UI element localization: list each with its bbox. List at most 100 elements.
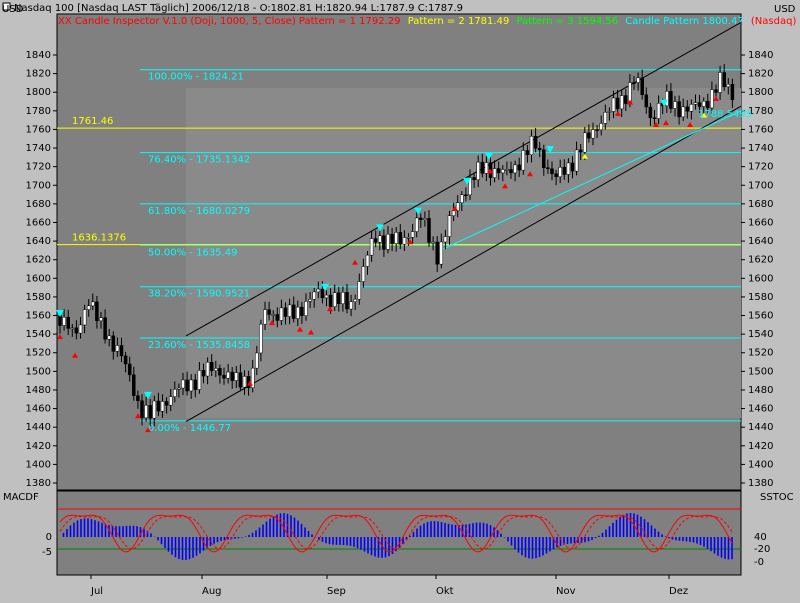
candle-body	[619, 95, 624, 110]
candle-body	[361, 266, 366, 282]
candle-body	[349, 301, 353, 310]
candle-body	[328, 294, 333, 307]
price-tick-label: 1740	[748, 143, 773, 154]
chart-window: Nasdaq 100 [Nasdaq LAST Täglich] 2006/12…	[0, 0, 800, 600]
currency-left: USD	[2, 4, 24, 15]
price-tick-label: 1560	[26, 311, 51, 322]
fib-zone	[186, 88, 741, 418]
price-tick-label: 1380	[26, 478, 51, 489]
fib-label: 61.80% - 1680.0279	[148, 206, 250, 217]
candle-body	[201, 370, 206, 377]
candle-body	[537, 148, 542, 151]
candle-body	[189, 379, 193, 392]
candle-body	[701, 100, 706, 107]
candle-body	[193, 379, 198, 390]
candle-body	[255, 352, 259, 369]
price-tick-label: 1620	[26, 255, 51, 266]
candle-body	[242, 376, 247, 388]
candle-body	[390, 233, 394, 244]
candle-body	[710, 89, 714, 109]
candle-body	[447, 215, 452, 237]
candle-body	[476, 161, 480, 181]
fib-label: 23.60% - 1535.8458	[148, 340, 250, 351]
candle-body	[414, 217, 419, 232]
candle-body	[496, 168, 501, 174]
candle-body	[316, 288, 321, 293]
candle-body	[685, 106, 690, 112]
macd-label: MACDF	[3, 492, 39, 503]
price-tick-label: 1660	[26, 217, 51, 228]
candle-body	[607, 111, 612, 113]
price-tick-label: 1480	[26, 385, 51, 396]
legend-pattern2: Pattern = 2 1781.49	[408, 16, 510, 27]
candle-body	[472, 177, 476, 181]
price-tick-label: 1500	[26, 366, 51, 377]
price-tick-label: 1520	[748, 348, 773, 359]
price-tick-label: 1760	[748, 124, 773, 135]
candle-body	[209, 361, 214, 371]
candle-body	[431, 241, 435, 244]
price-tick-label: 1400	[26, 459, 51, 470]
candle-body	[566, 162, 571, 175]
candle-body	[665, 91, 669, 107]
candle-body	[160, 401, 165, 412]
candle-body	[706, 100, 710, 109]
candle-body	[632, 82, 636, 84]
candle-body	[308, 299, 312, 302]
candle-body	[177, 387, 181, 390]
fib-label: 38.20% - 1590.9521	[148, 289, 250, 300]
macd-tick-label: 0	[46, 532, 52, 543]
candle-body	[574, 149, 579, 172]
candle-body	[82, 309, 87, 326]
candle-body	[726, 84, 731, 88]
candle-body	[521, 150, 526, 171]
candle-body	[152, 400, 157, 419]
price-tick-label: 1820	[748, 69, 773, 80]
macd-tick-label: -5	[42, 547, 52, 558]
candle-body	[669, 91, 673, 109]
candle-body	[111, 335, 116, 352]
candle-body	[509, 169, 513, 174]
month-label: Aug	[202, 586, 222, 597]
candle-body	[591, 129, 595, 139]
sstoc-tick-label: -20	[754, 544, 770, 555]
candle-body	[636, 77, 640, 83]
candle-body	[689, 104, 694, 112]
candle-body	[173, 389, 177, 397]
legend-exchange: (Nasdaq)	[751, 16, 797, 27]
candle-body	[140, 400, 144, 419]
candle-body	[156, 400, 161, 412]
candle-body	[91, 301, 95, 307]
chart-canvas: Nasdaq 100 [Nasdaq LAST Täglich] 2006/12…	[0, 0, 800, 600]
candle-body	[587, 132, 591, 139]
candle-body	[378, 235, 382, 243]
candle-body	[554, 173, 558, 178]
candle-body	[320, 288, 325, 299]
price-tick-label: 1600	[748, 273, 773, 284]
candle-body	[484, 162, 489, 174]
candle-body	[533, 136, 538, 149]
candle-body	[595, 129, 599, 131]
candle-body	[95, 301, 99, 322]
candle-body	[259, 323, 263, 354]
candle-body	[291, 304, 296, 319]
price-tick-label: 1480	[748, 385, 773, 396]
candle-body	[501, 169, 505, 174]
price-tick-label: 1540	[748, 329, 773, 340]
price-tick-label: 1420	[748, 441, 773, 452]
price-tick-label: 1740	[26, 143, 51, 154]
price-tick-label: 1440	[26, 422, 51, 433]
price-tick-label: 1800	[26, 87, 51, 98]
legend-candle-pattern: Candle Pattern 1800.47	[625, 16, 743, 27]
candle-body	[230, 371, 234, 381]
candle-body	[107, 335, 111, 340]
candle-body	[357, 281, 362, 300]
candle-body	[656, 103, 661, 119]
candle-body	[144, 405, 148, 419]
price-tick-label: 1820	[26, 69, 51, 80]
candle-body	[214, 368, 218, 371]
candle-body	[546, 167, 550, 169]
legend-inspector: XX Candle Inspector V.1.0 (Doji, 1000, 5…	[58, 16, 401, 27]
candle-body	[132, 374, 136, 396]
price-tick-label: 1720	[26, 162, 51, 173]
